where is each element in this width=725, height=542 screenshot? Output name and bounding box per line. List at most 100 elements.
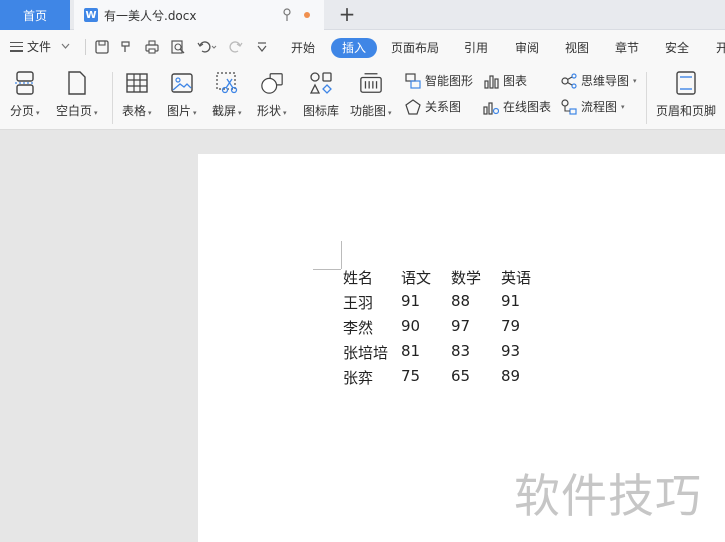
redo-icon[interactable]: [228, 39, 244, 55]
icon-library-icon: [309, 70, 333, 96]
relation-chart-label: 关系图: [425, 100, 462, 114]
pin-icon[interactable]: [281, 7, 293, 23]
table-cell: 97: [451, 317, 471, 335]
dropdown-arrow-icon: ▾: [238, 109, 242, 117]
table-cell: 79: [501, 317, 521, 335]
page-break-button[interactable]: 分页 ▾: [10, 70, 40, 119]
format-painter-icon[interactable]: [118, 39, 134, 55]
blank-page-label: 空白页: [56, 104, 93, 118]
table-cell: 王羽: [343, 294, 374, 312]
bar-chart-icon: [483, 73, 499, 89]
flow-chart-button[interactable]: 流程图 ▾: [561, 98, 625, 115]
blank-page-button[interactable]: 空白页 ▾: [56, 70, 98, 119]
tab-bar: 首页 W 有一美人兮.docx +: [0, 0, 725, 30]
table-cell: 89: [501, 367, 521, 385]
margin-corner-mark: [341, 241, 342, 269]
table-cell: 83: [451, 342, 471, 360]
smart-art-icon: [405, 72, 421, 89]
margin-corner-mark: [313, 269, 341, 270]
table-cell: 93: [501, 342, 521, 360]
header-footer-button[interactable]: 页眉和页脚: [656, 70, 716, 119]
chart-button[interactable]: 图表: [483, 72, 527, 89]
table-cell: 65: [451, 367, 471, 385]
picture-label: 图片: [167, 104, 192, 118]
file-menu[interactable]: 文件: [10, 38, 70, 55]
function-chart-button[interactable]: 功能图 ▾: [350, 70, 392, 119]
tab-security[interactable]: 安全: [665, 38, 689, 58]
tab-review[interactable]: 审阅: [515, 38, 539, 58]
table-cell: 数学: [451, 269, 482, 287]
mind-map-label: 思维导图: [581, 74, 630, 88]
online-chart-label: 在线图表: [503, 100, 552, 114]
flow-chart-icon: [561, 98, 577, 115]
chevron-down-icon: [61, 42, 70, 52]
online-chart-icon: [483, 99, 499, 115]
dropdown-arrow-icon: ▾: [283, 109, 287, 117]
chart-label: 图表: [503, 74, 528, 88]
header-footer-label: 页眉和页脚: [656, 104, 717, 118]
function-chart-label: 功能图: [350, 104, 387, 118]
mind-map-button[interactable]: 思维导图 ▾: [561, 72, 637, 89]
smart-art-button[interactable]: 智能图形: [405, 72, 473, 89]
blank-page-icon: [65, 70, 89, 96]
online-chart-button[interactable]: 在线图表: [483, 98, 551, 115]
tab-home[interactable]: 首页: [0, 0, 70, 30]
dropdown-arrow-icon: ▾: [621, 102, 625, 111]
shape-button[interactable]: 形状 ▾: [257, 70, 287, 119]
icon-library-button[interactable]: 图标库: [303, 70, 339, 119]
file-menu-label: 文件: [27, 40, 52, 54]
table-button[interactable]: 表格 ▾: [122, 70, 152, 119]
print-preview-icon[interactable]: [170, 39, 186, 55]
menu-bar: 文件 开始 插入 页面布局 引用 审阅 视图 章节 安全 开: [0, 30, 725, 64]
tab-more[interactable]: 开: [716, 38, 725, 58]
table-cell: 75: [401, 367, 421, 385]
tab-insert[interactable]: 插入: [331, 38, 378, 58]
table-cell: 张弈: [343, 369, 374, 387]
scissors-icon: [215, 70, 239, 96]
document-workspace: 姓名 语文 数学 英语 王羽 91 88 91 李然 90 97 79 张培培 …: [0, 130, 725, 542]
table-cell: 张培培: [343, 344, 389, 362]
shape-label: 形状: [257, 104, 282, 118]
tab-document[interactable]: W 有一美人兮.docx: [74, 0, 324, 30]
dropdown-arrow-icon: ▾: [36, 109, 40, 117]
function-chart-icon: [359, 70, 383, 96]
tab-chapter[interactable]: 章节: [615, 38, 639, 58]
shape-icon: [260, 70, 284, 96]
dropdown-arrow-icon: ▾: [633, 76, 637, 85]
table-cell: 88: [451, 292, 471, 310]
word-doc-icon: W: [84, 8, 98, 22]
flow-chart-label: 流程图: [581, 100, 618, 114]
mind-map-icon: [561, 72, 577, 89]
dropdown-arrow-icon: ▾: [388, 109, 392, 117]
tab-page-layout[interactable]: 页面布局: [391, 38, 439, 58]
tab-view[interactable]: 视图: [565, 38, 589, 58]
screenshot-label: 截屏: [212, 104, 237, 118]
dropdown-arrow-icon: ▾: [148, 109, 152, 117]
table-cell: 英语: [501, 269, 532, 287]
menu-separator: [85, 39, 86, 55]
table-cell: 81: [401, 342, 421, 360]
ribbon-separator: [646, 72, 647, 124]
table-cell: 姓名: [343, 269, 374, 287]
table-cell: 语文: [401, 269, 432, 287]
new-tab-button[interactable]: +: [337, 2, 357, 26]
watermark-text: 软件技巧: [514, 469, 702, 523]
page-break-icon: [13, 70, 37, 96]
unsaved-dot-icon: [304, 12, 310, 18]
picture-button[interactable]: 图片 ▾: [167, 70, 197, 119]
undo-icon[interactable]: [196, 39, 218, 55]
save-icon[interactable]: [94, 39, 110, 55]
table-label: 表格: [122, 104, 147, 118]
relation-chart-icon: [405, 98, 421, 115]
tab-references[interactable]: 引用: [464, 38, 488, 58]
tab-start[interactable]: 开始: [291, 38, 315, 58]
header-footer-icon: [674, 70, 698, 96]
table-cell: 90: [401, 317, 421, 335]
table-cell: 李然: [343, 319, 374, 337]
dropdown-arrow-icon: ▾: [94, 109, 98, 117]
customize-toolbar-icon[interactable]: [254, 39, 270, 55]
screenshot-button[interactable]: 截屏 ▾: [212, 70, 242, 119]
relation-chart-button[interactable]: 关系图: [405, 98, 461, 115]
print-icon[interactable]: [144, 39, 160, 55]
ribbon-insert: 分页 ▾ 空白页 ▾ 表格 ▾ 图片 ▾ 截屏 ▾ 形状 ▾ 图标库 功能图 ▾…: [0, 64, 725, 130]
